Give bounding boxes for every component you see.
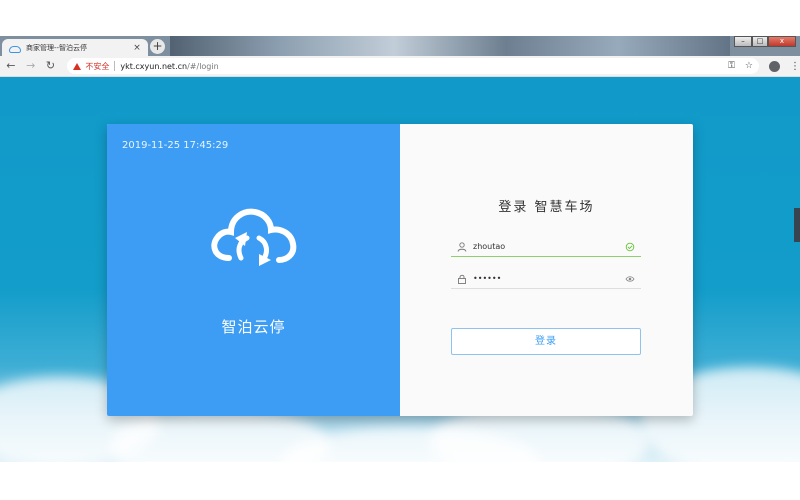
menu-icon[interactable]: ⋮ [790, 61, 800, 72]
username-input[interactable] [473, 242, 625, 251]
url-host: ykt.cxyun.net.cn [120, 61, 188, 71]
back-icon[interactable]: ← [2, 57, 20, 75]
tab-close-icon[interactable]: × [132, 43, 142, 53]
browser-tab-strip: 商家管理--智泊云停 × + – □ x [0, 36, 800, 56]
forward-icon[interactable]: → [22, 57, 40, 75]
login-form-panel: 登录 智慧车场 zhoutao •••••• 登录 [400, 124, 693, 416]
check-circle-icon [625, 242, 635, 251]
tab-title: 商家管理--智泊云停 [26, 43, 88, 52]
window-controls: – □ x [734, 36, 796, 48]
reload-icon[interactable]: ↻ [42, 57, 60, 75]
insecure-label[interactable]: 不安全 [85, 61, 109, 72]
favicon-cloud-icon [8, 44, 21, 53]
minimize-button[interactable]: – [734, 36, 752, 47]
password-field[interactable] [451, 269, 641, 289]
side-handle[interactable] [794, 208, 800, 242]
login-page: 2019-11-25 17:45:29 智泊云停 登录 智慧车场 zhoutao… [0, 77, 800, 462]
cloud-refresh-icon [211, 208, 297, 266]
warning-icon [73, 62, 82, 70]
current-datetime: 2019-11-25 17:45:29 [122, 140, 229, 151]
account-icon[interactable] [769, 60, 780, 72]
url-path: /#/login [187, 61, 219, 71]
login-title: 登录 智慧车场 [498, 200, 595, 215]
window-close-button[interactable]: x [768, 36, 796, 47]
login-button[interactable]: 登录 [451, 328, 641, 355]
username-field[interactable] [451, 237, 641, 257]
browser-tab[interactable]: 商家管理--智泊云停 × [2, 39, 148, 56]
brand-panel: 2019-11-25 17:45:29 智泊云停 [107, 124, 400, 416]
user-icon [457, 241, 467, 252]
screen: 商家管理--智泊云停 × + – □ x ← → ↻ 不安全 ykt.cxyun… [0, 0, 800, 500]
browser-toolbar: ← → ↻ 不安全 ykt.cxyun.net.cn /#/login ⚿ ☆ … [0, 56, 800, 77]
lock-icon [458, 274, 466, 284]
address-bar[interactable]: 不安全 ykt.cxyun.net.cn /#/login ⚿ ☆ [67, 58, 759, 74]
star-icon[interactable]: ☆ [745, 61, 753, 71]
maximize-button[interactable]: □ [752, 36, 768, 47]
eye-icon[interactable] [625, 274, 635, 284]
login-card: 2019-11-25 17:45:29 智泊云停 登录 智慧车场 zhoutao… [107, 124, 693, 416]
brand-name: 智泊云停 [221, 318, 286, 336]
background-window-blur [170, 36, 730, 56]
new-tab-button[interactable]: + [150, 39, 165, 54]
key-icon[interactable]: ⚿ [728, 61, 735, 71]
divider [114, 61, 116, 71]
password-input[interactable] [473, 274, 625, 283]
